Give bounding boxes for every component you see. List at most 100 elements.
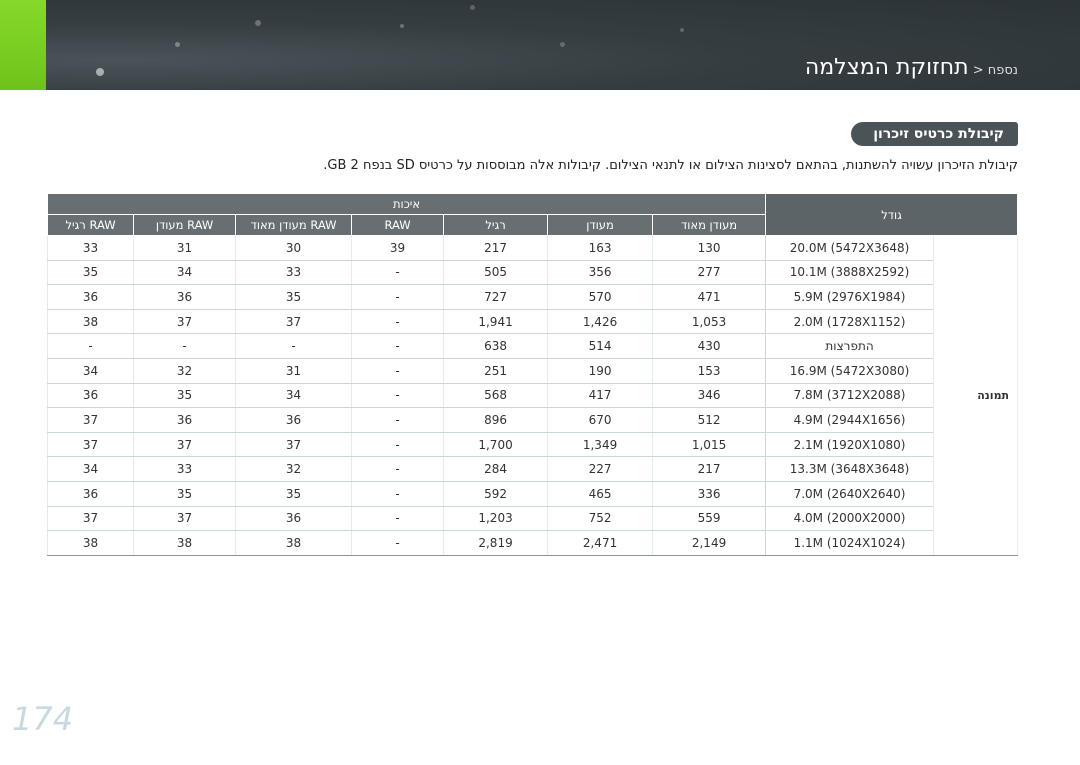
value-cell: 670: [547, 407, 653, 433]
value-cell: 505: [443, 260, 548, 286]
value-cell: 638: [443, 333, 548, 359]
value-cell: -: [351, 333, 444, 359]
value-cell: -: [351, 481, 444, 507]
value-cell: 217: [652, 456, 766, 482]
value-cell: -: [351, 506, 444, 532]
value-cell: 2,471: [547, 530, 653, 556]
value-cell: 727: [443, 284, 548, 310]
value-cell: -: [351, 530, 444, 556]
value-cell: 417: [547, 383, 653, 409]
value-cell: -: [351, 456, 444, 482]
value-cell: -: [235, 333, 352, 359]
value-cell: 35: [46, 260, 134, 286]
table-row: התפרצות 430 514 638- - - -: [46, 333, 1018, 359]
size-cell: 7.0M (2640X2640): [765, 481, 934, 507]
value-cell: 512: [652, 407, 766, 433]
value-cell: -: [351, 284, 444, 310]
header-col: RAW מעודן מאוד: [235, 214, 353, 236]
value-cell: 568: [443, 383, 548, 409]
header-size: גודל: [765, 193, 1019, 236]
value-cell: -: [351, 432, 444, 458]
value-cell: -: [351, 260, 444, 286]
header-col: מעודן מאוד: [652, 214, 767, 236]
table-row: תמונה 20.0M (5472X3648) 130 163 217 39 30 31 33: [46, 235, 1019, 556]
header-breadcrumb: נספח < תחזוקת המצלמה: [805, 55, 1018, 80]
size-cell: 2.1M (1920X1080): [765, 432, 934, 458]
size-cell: 20.0M (5472X3648): [765, 235, 934, 261]
value-cell: 37: [235, 432, 352, 458]
size-cell: 1.1M (1024X1024): [765, 530, 934, 556]
table-row: 4.9M (2944X1656) 512 670 896-36 36 37: [46, 407, 1018, 433]
bokeh-decoration: [560, 42, 565, 47]
size-cell: 2.0M (1728X1152): [765, 309, 934, 335]
value-cell: 1,015: [652, 432, 766, 458]
value-cell: 35: [235, 284, 352, 310]
value-cell: 1,053: [652, 309, 766, 335]
value-cell: 36: [46, 383, 134, 409]
value-cell: 37: [46, 432, 134, 458]
size-cell: 4.0M (2000X2000): [765, 506, 934, 532]
value-cell: 153: [652, 358, 766, 384]
value-cell: 430: [652, 333, 766, 359]
table-body: תמונה 20.0M (5472X3648) 130 163 217 39 30 31 33 1…: [46, 235, 1019, 556]
value-cell: -: [46, 333, 134, 359]
value-cell: 346: [652, 383, 766, 409]
header-col: RAW: [351, 214, 445, 236]
value-cell: 30: [235, 235, 352, 261]
value-cell: 36: [235, 407, 352, 433]
page-title: תחזוקת המצלמה: [804, 55, 969, 80]
size-cell: התפרצות: [765, 333, 934, 359]
bokeh-decoration: [400, 24, 404, 28]
value-cell: 251: [443, 358, 548, 384]
table-row: 4.0M (2000X2000) 559 752 1,203-36 37 37: [46, 506, 1018, 532]
value-cell: 39: [351, 235, 444, 261]
value-cell: 37: [235, 309, 352, 335]
table-row: 1.1M (1024X1024) 2,149 2,471 2,819-38 38 38: [46, 530, 1018, 556]
value-cell: 190: [547, 358, 653, 384]
table-row: 13.3M (3648X3648) 217 227 284-32 33 34: [46, 456, 1018, 482]
value-cell: 36: [46, 284, 134, 310]
value-cell: 37: [46, 407, 134, 433]
bokeh-decoration: [470, 5, 475, 10]
table-row: 5.9M (2976X1984) 471 570 727-35 36 36: [46, 284, 1018, 310]
value-cell: 227: [547, 456, 653, 482]
table-row: 7.0M (2640X2640) 336 465 592-35 35 36: [46, 481, 1018, 507]
value-cell: 35: [235, 481, 352, 507]
size-cell: 10.1M (3888X2592): [765, 260, 934, 286]
value-cell: 33: [235, 260, 352, 286]
bokeh-decoration: [96, 68, 104, 76]
value-cell: 1,349: [547, 432, 653, 458]
breadcrumb-parent[interactable]: נספח: [988, 63, 1018, 78]
breadcrumb-separator: <: [968, 63, 988, 78]
value-cell: 31: [235, 358, 352, 384]
value-cell: 2,819: [443, 530, 548, 556]
value-cell: -: [351, 383, 444, 409]
value-cell: 559: [652, 506, 766, 532]
value-cell: 34: [133, 260, 236, 286]
value-cell: 38: [235, 530, 352, 556]
size-cell: 13.3M (3648X3648): [765, 456, 934, 482]
value-cell: 1,426: [547, 309, 653, 335]
value-cell: 1,700: [443, 432, 548, 458]
value-cell: 284: [443, 456, 548, 482]
value-cell: 37: [133, 309, 236, 335]
value-cell: 1,203: [443, 506, 548, 532]
value-cell: 37: [46, 506, 134, 532]
value-cell: 36: [133, 407, 236, 433]
table-row: 2.0M (1728X1152) 1,053 1,426 1,941-37 37 38: [46, 309, 1018, 335]
table-row: 7.8M (3712X2088) 346 417 568-34 35 36: [46, 383, 1018, 409]
value-cell: 896: [443, 407, 548, 433]
value-cell: 37: [133, 432, 236, 458]
value-cell: 34: [46, 358, 134, 384]
page-header: נספח < תחזוקת המצלמה: [0, 0, 1080, 90]
value-cell: 38: [133, 530, 236, 556]
value-cell: -: [351, 407, 444, 433]
value-cell: 514: [547, 333, 653, 359]
value-cell: 31: [133, 235, 236, 261]
table-header-row: גודל איכות: [46, 193, 1019, 236]
value-cell: 32: [235, 456, 352, 482]
value-cell: 2,149: [652, 530, 766, 556]
header-col: RAW מעודן: [133, 214, 237, 236]
description-text: קיבולת הזיכרון עשויה להשתנות, בהתאם לסצי…: [323, 158, 1018, 173]
value-cell: 38: [46, 530, 134, 556]
